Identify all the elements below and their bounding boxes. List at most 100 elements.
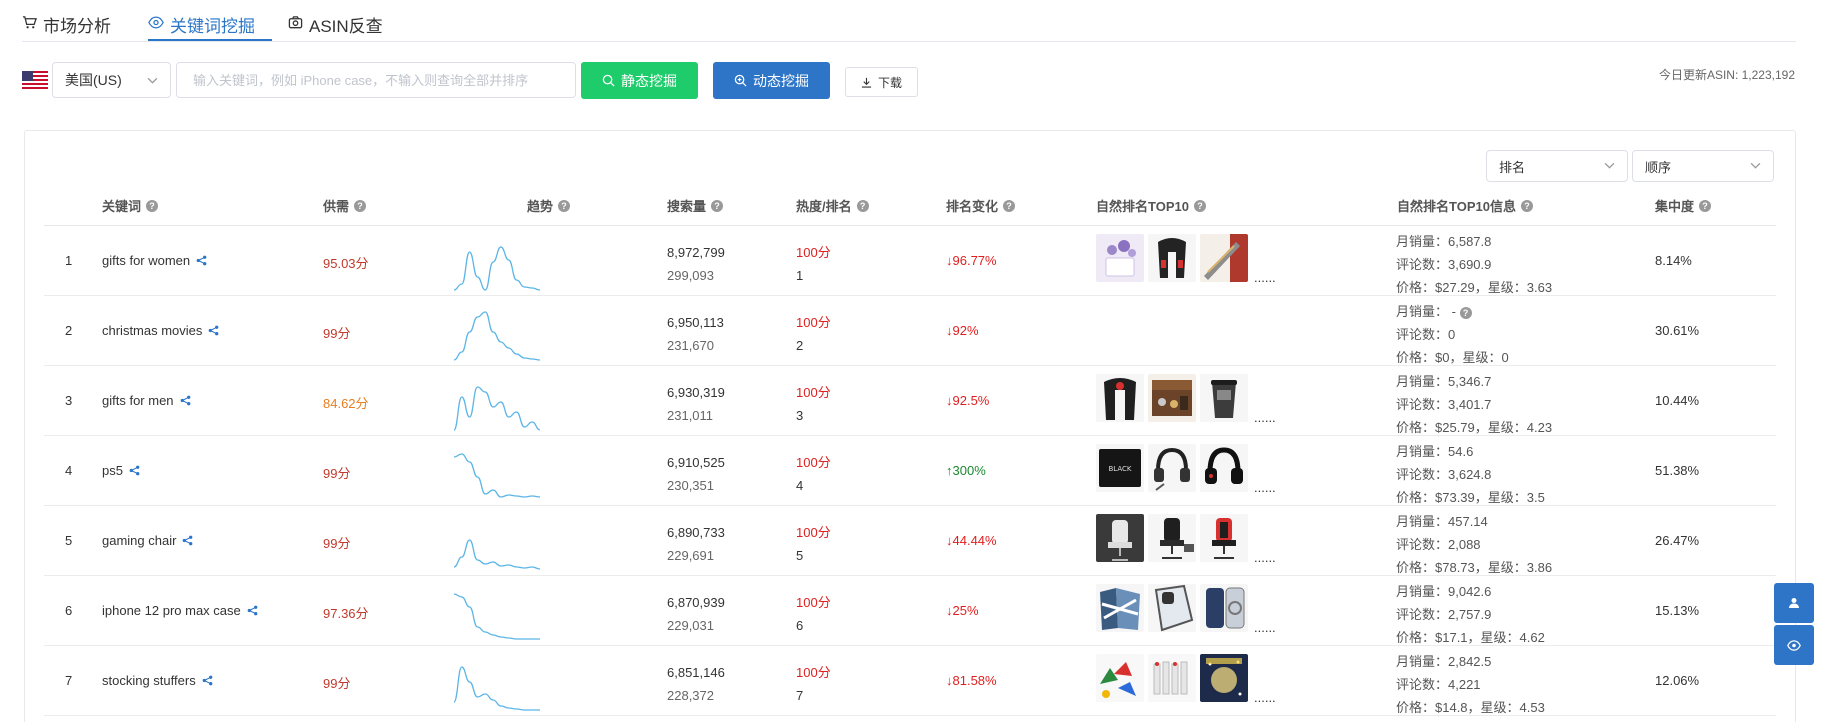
concentration: 10.44% bbox=[1655, 393, 1700, 408]
share-icon[interactable] bbox=[247, 605, 258, 616]
download-button[interactable]: 下载 bbox=[845, 67, 918, 97]
tab-asin-lookup[interactable]: ASIN反查 bbox=[288, 12, 383, 42]
keyword-cell[interactable]: gifts for men bbox=[102, 393, 191, 408]
help-icon[interactable]: ? bbox=[146, 199, 159, 212]
table-row[interactable]: 3 gifts for men 84.62分 6,930,319 231,011 100分… bbox=[44, 366, 1776, 436]
product-thumbnail[interactable] bbox=[1096, 234, 1144, 282]
table-row[interactable]: 2 christmas movies 99分 6,950,113 231,670 100分… bbox=[44, 296, 1776, 366]
product-thumbnail[interactable] bbox=[1096, 584, 1144, 632]
heat-rank: 100分 2 bbox=[796, 311, 831, 357]
help-icon[interactable]: ? bbox=[354, 199, 367, 212]
review-count: 评论数：4,221 bbox=[1396, 677, 1481, 692]
table-row[interactable]: 5 gaming chair 99分 6,890,733 229,691 100分 5 ↓44… bbox=[44, 506, 1776, 576]
keyword-text: gifts for men bbox=[102, 393, 174, 408]
share-icon[interactable] bbox=[180, 395, 191, 406]
more-products[interactable]: ...... bbox=[1254, 271, 1276, 284]
product-thumbnail[interactable] bbox=[1200, 374, 1248, 422]
tab-label: ASIN反查 bbox=[309, 17, 383, 36]
help-icon[interactable]: ? bbox=[1520, 199, 1533, 212]
column-header-rank-change[interactable]: 排名变化? bbox=[946, 196, 1016, 215]
top10-info: 月销量： - ? 评论数：0 价格：$0，星级：0 bbox=[1396, 300, 1509, 369]
sort-field-select[interactable]: 排名 bbox=[1486, 150, 1628, 182]
table-row[interactable]: 7 stocking stuffers 99分 6,851,146 228,372 100… bbox=[44, 646, 1776, 716]
table-row[interactable]: 4 ps5 99分 6,910,525 230,351 100分 4 ↑300% BLACK..… bbox=[44, 436, 1776, 506]
keyword-cell[interactable]: christmas movies bbox=[102, 323, 219, 338]
monthly-sales: 月销量：2,842.5 bbox=[1396, 654, 1492, 669]
product-thumbnail[interactable] bbox=[1148, 654, 1196, 702]
more-products[interactable]: ...... bbox=[1254, 551, 1276, 564]
search-volume-sub: 229,031 bbox=[667, 618, 714, 633]
more-products[interactable]: ...... bbox=[1254, 481, 1276, 494]
product-thumbnail[interactable] bbox=[1148, 444, 1196, 492]
tab-label: 市场分析 bbox=[43, 17, 111, 36]
table-row[interactable]: 6 iphone 12 pro max case 97.36分 6,870,939 22… bbox=[44, 576, 1776, 646]
product-thumbnail[interactable] bbox=[1148, 234, 1196, 282]
search-volume-sub: 230,351 bbox=[667, 478, 714, 493]
sort-order-select[interactable]: 顺序 bbox=[1632, 150, 1774, 182]
share-icon[interactable] bbox=[208, 325, 219, 336]
view-float-button[interactable] bbox=[1774, 625, 1814, 665]
rank-change: ↓92.5% bbox=[946, 393, 990, 408]
rank-change: ↓92% bbox=[946, 323, 979, 338]
product-thumbnail[interactable]: BLACK bbox=[1096, 444, 1144, 492]
column-header-keyword[interactable]: 关键词? bbox=[102, 196, 159, 215]
column-header-trend[interactable]: 趋势? bbox=[527, 196, 571, 215]
review-count: 评论数：3,690.9 bbox=[1396, 257, 1492, 272]
help-icon[interactable]: ? bbox=[1003, 199, 1016, 212]
camera-icon bbox=[288, 16, 303, 29]
keyword-cell[interactable]: gaming chair bbox=[102, 533, 193, 548]
product-thumbnail[interactable] bbox=[1148, 584, 1196, 632]
product-thumbnail[interactable] bbox=[1200, 654, 1248, 702]
help-icon[interactable]: ? bbox=[1459, 307, 1472, 319]
keyword-cell[interactable]: iphone 12 pro max case bbox=[102, 603, 258, 618]
more-products[interactable]: ...... bbox=[1254, 411, 1276, 424]
product-thumbnail[interactable] bbox=[1200, 514, 1248, 562]
column-header-heat-rank[interactable]: 热度/排名? bbox=[796, 196, 869, 215]
row-index: 3 bbox=[65, 393, 73, 408]
help-icon[interactable]: ? bbox=[1193, 199, 1206, 212]
keyword-cell[interactable]: gifts for women bbox=[102, 253, 207, 268]
more-products[interactable]: ...... bbox=[1254, 691, 1276, 704]
column-header-supply[interactable]: 供需? bbox=[323, 196, 367, 215]
product-thumbnail[interactable] bbox=[1096, 374, 1144, 422]
search-volume-sub: 231,011 bbox=[667, 408, 714, 423]
product-thumbnail[interactable] bbox=[1200, 234, 1248, 282]
keyword-search-input[interactable] bbox=[176, 62, 576, 98]
column-header-search-volume[interactable]: 搜索量? bbox=[667, 196, 724, 215]
user-float-button[interactable] bbox=[1774, 583, 1814, 623]
column-header-top10[interactable]: 自然排名TOP10? bbox=[1096, 196, 1206, 215]
tab-keyword-mining[interactable]: 关键词挖掘 bbox=[148, 12, 255, 42]
product-thumbnail[interactable] bbox=[1148, 514, 1196, 562]
table-row[interactable]: 1 gifts for women 95.03分 8,972,799 299,093 10… bbox=[44, 226, 1776, 296]
keyword-cell[interactable]: stocking stuffers bbox=[102, 673, 213, 688]
trend-sparkline bbox=[454, 593, 540, 640]
search-volume: 6,910,525 230,351 bbox=[667, 451, 725, 497]
review-count: 评论数：3,401.7 bbox=[1396, 397, 1492, 412]
column-header-top10-info[interactable]: 自然排名TOP10信息? bbox=[1397, 196, 1533, 215]
help-icon[interactable]: ? bbox=[856, 199, 869, 212]
help-icon[interactable]: ? bbox=[711, 199, 724, 212]
share-icon[interactable] bbox=[196, 255, 207, 266]
dynamic-mining-button[interactable]: 动态挖掘 bbox=[713, 62, 830, 99]
tab-market-analysis[interactable]: 市场分析 bbox=[22, 12, 111, 42]
search-volume: 6,930,319 231,011 bbox=[667, 381, 725, 427]
product-thumbnail[interactable] bbox=[1200, 584, 1248, 632]
supply-score: 99分 bbox=[323, 536, 351, 551]
keyword-cell[interactable]: ps5 bbox=[102, 463, 140, 478]
help-icon[interactable]: ? bbox=[1699, 199, 1712, 212]
monthly-sales: 月销量：457.14 bbox=[1396, 514, 1488, 529]
review-count: 评论数：2,088 bbox=[1396, 537, 1481, 552]
help-icon[interactable]: ? bbox=[558, 199, 571, 212]
country-select[interactable]: 美国(US) bbox=[52, 62, 171, 98]
share-icon[interactable] bbox=[202, 675, 213, 686]
product-thumbnail[interactable] bbox=[1096, 654, 1144, 702]
column-header-concentration[interactable]: 集中度? bbox=[1655, 196, 1712, 215]
share-icon[interactable] bbox=[129, 465, 140, 476]
share-icon[interactable] bbox=[182, 535, 193, 546]
product-thumbnail[interactable] bbox=[1148, 374, 1196, 422]
product-thumbnail[interactable] bbox=[1200, 444, 1248, 492]
more-products[interactable]: ...... bbox=[1254, 621, 1276, 634]
us-flag-icon bbox=[22, 71, 48, 89]
product-thumbnail[interactable] bbox=[1096, 514, 1144, 562]
static-mining-button[interactable]: 静态挖掘 bbox=[581, 62, 698, 99]
